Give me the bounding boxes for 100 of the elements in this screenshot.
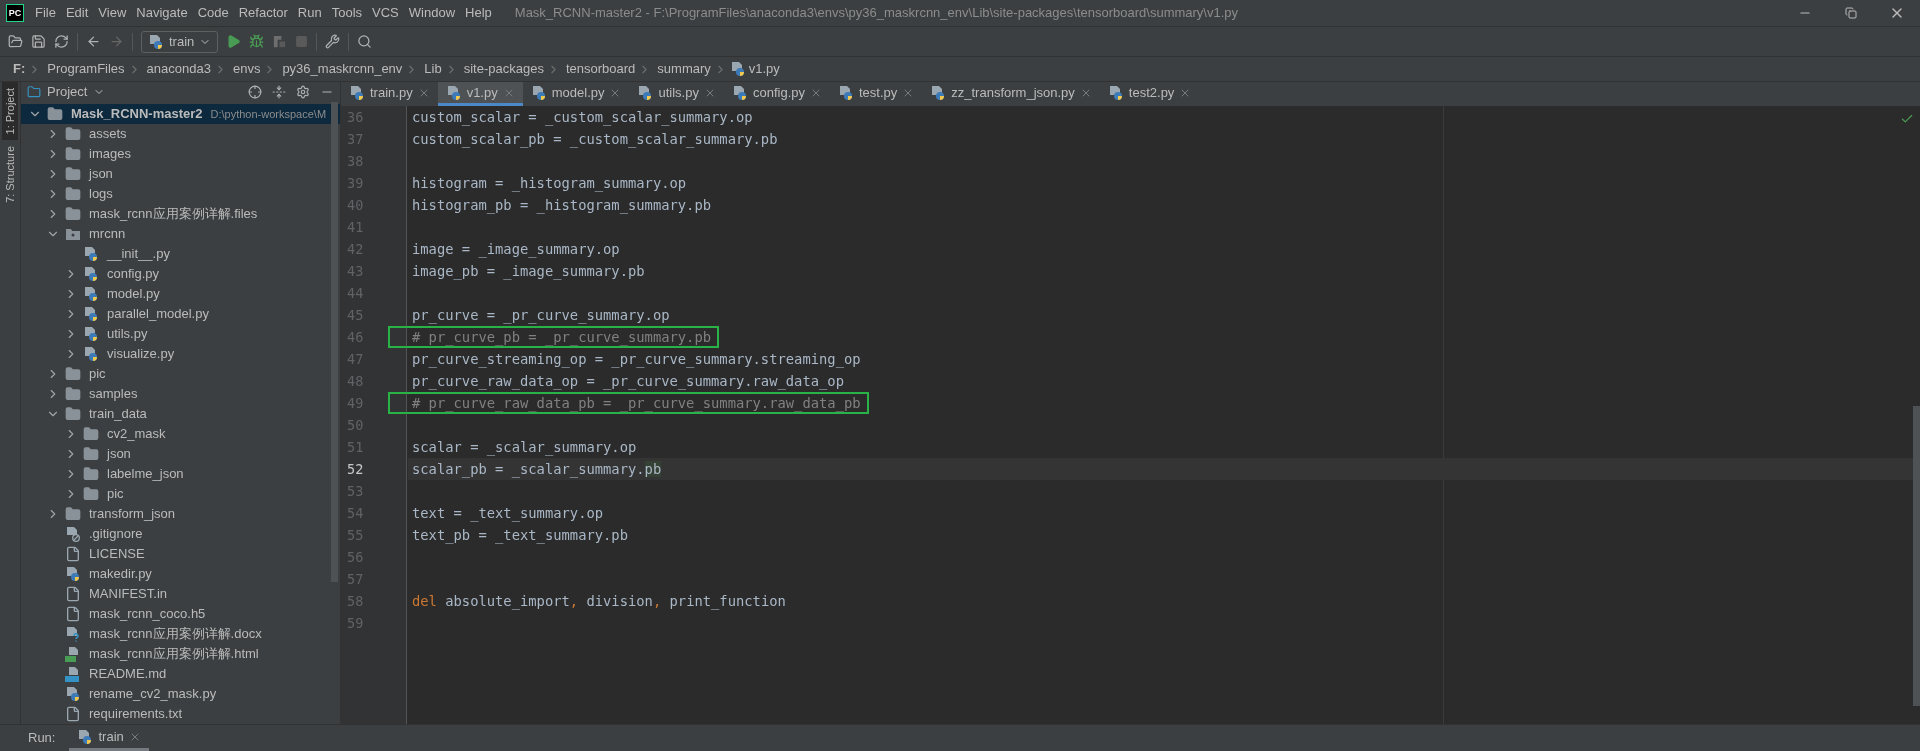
breadcrumb-item[interactable]: anaconda3 bbox=[146, 59, 211, 79]
python-file-icon bbox=[731, 84, 748, 101]
menu-item[interactable]: Code bbox=[192, 3, 234, 23]
tree-item[interactable]: mask_rcnn应用案例详解.html bbox=[21, 644, 340, 664]
settings-icon[interactable] bbox=[325, 34, 341, 49]
run-config-dropdown[interactable]: train bbox=[141, 30, 219, 53]
tool-window-tab[interactable]: 1: Project bbox=[1, 82, 19, 141]
breadcrumb-item[interactable]: v1.py bbox=[748, 59, 780, 79]
tree-item[interactable]: LICENSE bbox=[21, 544, 340, 564]
tree-item[interactable]: model.py bbox=[21, 284, 340, 304]
save-icon[interactable] bbox=[31, 34, 46, 49]
tree-item[interactable]: pic bbox=[21, 364, 340, 384]
vertical-scrollbar[interactable] bbox=[331, 102, 338, 582]
tree-item[interactable]: requirements.txt bbox=[21, 704, 340, 724]
coverage-icon[interactable] bbox=[272, 34, 288, 49]
menu-item[interactable]: VCS bbox=[367, 3, 404, 23]
code-line: # pr_curve_pb = _pr_curve_summary.pb bbox=[412, 329, 712, 345]
tree-item[interactable]: makedir.py bbox=[21, 564, 340, 584]
editor-tab[interactable]: model.py bbox=[522, 82, 630, 106]
tree-item[interactable]: mrcnn bbox=[21, 224, 340, 244]
file-name: mask_rcnn应用案例详解.docx bbox=[89, 625, 262, 644]
breadcrumb-item[interactable]: summary bbox=[657, 59, 711, 79]
python-file-icon bbox=[83, 346, 99, 362]
unknown-file-icon bbox=[65, 626, 81, 642]
search-icon[interactable] bbox=[357, 34, 373, 49]
tree-item[interactable]: .gitignore bbox=[21, 524, 340, 544]
breadcrumb-item[interactable]: envs bbox=[232, 59, 261, 79]
run-icon[interactable] bbox=[226, 34, 242, 49]
menu-item[interactable]: Window bbox=[403, 3, 461, 23]
menu-item[interactable]: Navigate bbox=[131, 3, 193, 23]
menu-item[interactable]: View bbox=[93, 3, 132, 23]
tree-item[interactable]: images bbox=[21, 144, 340, 164]
tree-item[interactable]: mask_rcnn应用案例详解.files bbox=[21, 204, 340, 224]
editor-tab[interactable]: v1.py bbox=[437, 82, 523, 106]
tree-item[interactable]: __init__.py bbox=[21, 244, 340, 264]
text-file-icon bbox=[65, 546, 81, 562]
file-name: cv2_mask bbox=[107, 425, 166, 444]
menu-item[interactable]: Help bbox=[460, 3, 497, 23]
tree-item[interactable]: visualize.py bbox=[21, 344, 340, 364]
tool-window-tab[interactable]: 7: Structure bbox=[1, 140, 19, 210]
python-file-icon bbox=[65, 566, 81, 582]
tree-item[interactable]: rename_cv2_mask.py bbox=[21, 684, 340, 704]
debug-icon[interactable] bbox=[249, 34, 265, 49]
breadcrumb-item[interactable]: py36_maskrcnn_env bbox=[282, 59, 403, 79]
panel-title[interactable]: Project bbox=[47, 82, 88, 102]
file-name: labelme_json bbox=[107, 465, 184, 484]
tree-item[interactable]: README.md bbox=[21, 664, 340, 684]
file-name: LICENSE bbox=[89, 545, 145, 564]
editor-tab[interactable]: test.py bbox=[830, 82, 923, 106]
restore-icon bbox=[1845, 7, 1857, 19]
breadcrumb-item[interactable]: F: bbox=[13, 59, 26, 79]
run-tab[interactable]: train bbox=[69, 725, 149, 751]
tree-item[interactable]: Mask_RCNN-master2 D:\python-workspace\M bbox=[21, 104, 340, 124]
collapse-all-icon[interactable] bbox=[272, 85, 286, 99]
tab-label: zz_transform_json.py bbox=[951, 83, 1075, 102]
tree-item[interactable]: mask_rcnn应用案例详解.docx bbox=[21, 624, 340, 644]
breadcrumb-item[interactable]: Lib bbox=[424, 59, 442, 79]
menu-item[interactable]: Edit bbox=[60, 3, 94, 23]
text-file-icon bbox=[65, 606, 81, 622]
editor-tab[interactable]: utils.py bbox=[629, 82, 724, 106]
breadcrumb-item[interactable]: site-packages bbox=[463, 59, 544, 79]
menu-item[interactable]: Run bbox=[292, 3, 327, 23]
editor-tab[interactable]: test2.py bbox=[1099, 82, 1200, 106]
tree-item[interactable]: MANIFEST.in bbox=[21, 584, 340, 604]
breadcrumb-item[interactable]: ProgramFiles bbox=[47, 59, 125, 79]
tree-item[interactable]: pic bbox=[21, 484, 340, 504]
code-line: custom_scalar = _custom_scalar_summary.op bbox=[412, 109, 753, 125]
back-icon[interactable] bbox=[86, 34, 101, 49]
file-name: images bbox=[89, 145, 131, 164]
python-file-icon bbox=[838, 84, 854, 101]
settings-icon[interactable] bbox=[296, 85, 310, 99]
tree-item[interactable]: json bbox=[21, 164, 340, 184]
tree-item[interactable]: labelme_json bbox=[21, 464, 340, 484]
code-line: scalar = _scalar_summary.op bbox=[412, 439, 637, 455]
menu-item[interactable]: Refactor bbox=[233, 3, 293, 23]
editor-tab[interactable]: zz_transform_json.py bbox=[922, 82, 1100, 106]
open-folder-icon[interactable] bbox=[8, 34, 23, 49]
vertical-scrollbar[interactable] bbox=[1913, 406, 1920, 706]
tree-item[interactable]: logs bbox=[21, 184, 340, 204]
tree-item[interactable]: mask_rcnn_coco.h5 bbox=[21, 604, 340, 624]
tree-item[interactable]: transform_json bbox=[21, 504, 340, 524]
tree-item[interactable]: json bbox=[21, 444, 340, 464]
tree-item[interactable]: train_data bbox=[21, 404, 340, 424]
tree-item[interactable]: samples bbox=[21, 384, 340, 404]
sync-icon[interactable] bbox=[54, 34, 69, 49]
tree-item[interactable]: assets bbox=[21, 124, 340, 144]
file-name: json bbox=[107, 445, 131, 464]
editor-tab[interactable]: config.py bbox=[723, 82, 830, 106]
breadcrumb-item[interactable]: tensorboard bbox=[565, 59, 636, 79]
file-name: config.py bbox=[107, 265, 160, 284]
menu-item[interactable]: Tools bbox=[326, 3, 368, 23]
menu-item[interactable]: File bbox=[30, 3, 61, 23]
locate-icon[interactable] bbox=[248, 85, 262, 99]
tree-item[interactable]: cv2_mask bbox=[21, 424, 340, 444]
line-number: 52 bbox=[347, 461, 364, 477]
tree-item[interactable]: parallel_model.py bbox=[21, 304, 340, 324]
editor-tab[interactable]: train.py bbox=[341, 82, 438, 106]
file-name: utils.py bbox=[107, 325, 148, 344]
tree-item[interactable]: utils.py bbox=[21, 324, 340, 344]
tree-item[interactable]: config.py bbox=[21, 264, 340, 284]
